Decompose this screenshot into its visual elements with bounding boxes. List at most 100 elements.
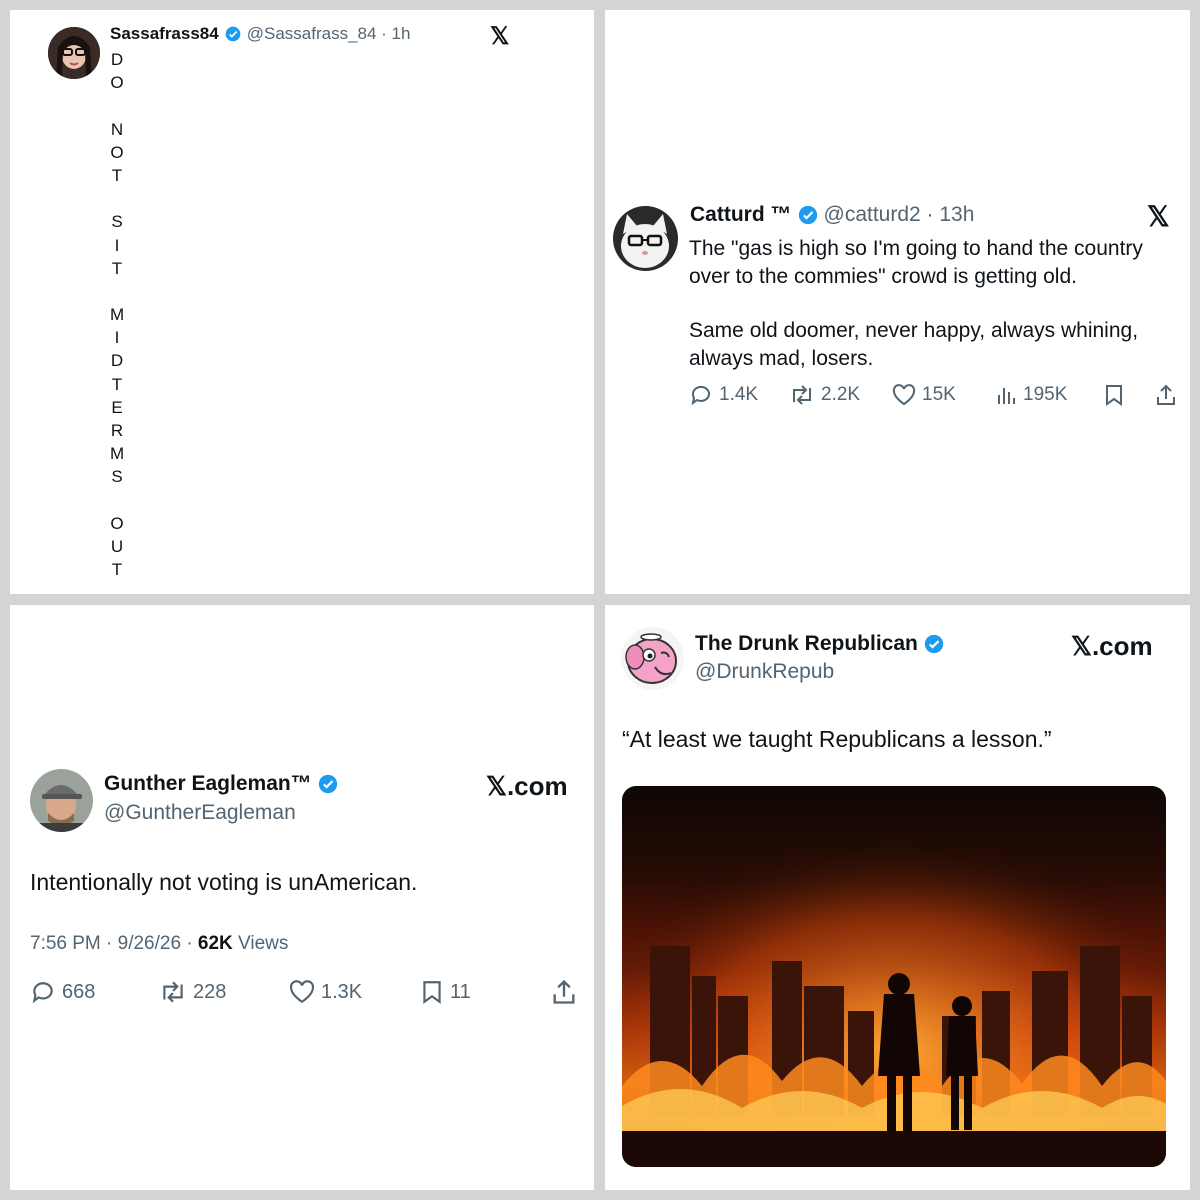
tweet-text-line: Same old doomer, never happy, always whi… bbox=[689, 319, 1139, 342]
like-button[interactable]: 1.3K bbox=[289, 980, 420, 1004]
burning-city-illustration bbox=[622, 786, 1166, 1167]
share-button[interactable] bbox=[551, 978, 577, 1006]
bookmark-icon bbox=[423, 981, 441, 1004]
display-name[interactable]: The Drunk Republican bbox=[695, 632, 918, 656]
handle[interactable]: @DrunkRepub bbox=[695, 660, 834, 684]
bookmark-icon bbox=[1106, 385, 1122, 406]
vertical-tweet-text: D O N O T S I T M I D T E R M S O U T bbox=[110, 48, 124, 581]
tweet-text-line: over to the commies" crowd is getting ol… bbox=[689, 265, 1077, 288]
tweet-text: The "gas is high so I'm going to hand th… bbox=[689, 235, 1143, 373]
burning-city-image[interactable] bbox=[622, 786, 1166, 1167]
avatar-man-cap-icon bbox=[30, 769, 93, 832]
letter: S bbox=[111, 467, 123, 487]
tweet-panel-catturd: Catturd ™ @catturd2 · 13h 𝕏 The "gas is … bbox=[605, 10, 1190, 594]
letter: O bbox=[110, 73, 124, 93]
display-name[interactable]: Sassafrass84 bbox=[110, 24, 219, 44]
letter: E bbox=[111, 397, 123, 417]
timestamp[interactable]: 7:56 PM · 9/26/26 · bbox=[30, 933, 198, 954]
letter bbox=[110, 280, 124, 303]
views-count: 62K bbox=[197, 933, 233, 954]
avatar[interactable] bbox=[621, 627, 684, 690]
tweet-panel-gunther: Gunther Eagleman™ @GuntherEagleman 𝕏.com… bbox=[10, 605, 594, 1190]
tweet-text: Intentionally not voting is unAmerican. bbox=[30, 869, 418, 895]
letter: M bbox=[110, 305, 125, 325]
reply-count: 1.4K bbox=[719, 384, 759, 405]
reply-icon bbox=[32, 982, 53, 1004]
letter: I bbox=[114, 328, 120, 348]
x-logo-icon: 𝕏 bbox=[1147, 201, 1170, 232]
x-logo-icon: 𝕏.com bbox=[1071, 631, 1153, 661]
share-icon bbox=[553, 979, 575, 1004]
letter: U bbox=[110, 536, 124, 556]
repost-button[interactable]: 228 bbox=[159, 980, 289, 1004]
bookmark-button[interactable]: 11 bbox=[420, 979, 551, 1005]
letter: T bbox=[111, 374, 123, 394]
like-count: 1.3K bbox=[321, 980, 363, 1003]
share-button[interactable] bbox=[1155, 383, 1177, 407]
reply-count: 668 bbox=[62, 980, 96, 1003]
views-chart-icon bbox=[998, 388, 1015, 404]
heart-icon bbox=[289, 980, 315, 1004]
letter bbox=[110, 187, 124, 210]
heart-icon bbox=[892, 384, 916, 406]
action-bar: 668 228 1.3K 11 bbox=[30, 978, 577, 1006]
like-button[interactable]: 15K bbox=[892, 384, 995, 406]
verified-badge-icon bbox=[225, 26, 241, 42]
author-line: Catturd ™ @catturd2 · 13h bbox=[690, 203, 974, 227]
action-bar: 1.4K 2.2K 15K 195K bbox=[689, 383, 1177, 407]
repost-count: 228 bbox=[193, 980, 227, 1003]
tweet-panel-sassafrass: Sassafrass84 @Sassafrass_84 · 1h 𝕏 D O N… bbox=[10, 10, 594, 594]
reply-button[interactable]: 1.4K bbox=[689, 383, 789, 407]
letter: O bbox=[110, 142, 124, 162]
author-line: Sassafrass84 @Sassafrass_84 · 1h bbox=[110, 24, 410, 44]
letter: D bbox=[110, 50, 124, 69]
avatar[interactable] bbox=[30, 769, 93, 832]
repost-button[interactable]: 2.2K bbox=[789, 384, 892, 406]
avatar-woman-glasses-icon bbox=[48, 27, 100, 79]
letter: R bbox=[110, 421, 124, 440]
repost-count: 2.2K bbox=[821, 384, 861, 405]
author-line: Gunther Eagleman™ bbox=[104, 772, 338, 796]
repost-icon bbox=[793, 385, 811, 405]
author-line: The Drunk Republican bbox=[695, 632, 944, 656]
share-icon bbox=[1157, 384, 1175, 405]
tweet-text-line: The "gas is high so I'm going to hand th… bbox=[689, 237, 1143, 260]
tweet-panel-drunkrepub: The Drunk Republican @DrunkRepub 𝕏.com “… bbox=[605, 605, 1190, 1190]
views-label: Views bbox=[232, 933, 289, 954]
bookmark-button[interactable] bbox=[1103, 383, 1155, 407]
verified-badge-icon bbox=[924, 634, 944, 654]
display-name[interactable]: Catturd ™ bbox=[690, 203, 792, 227]
x-logo-icon: 𝕏 bbox=[490, 23, 510, 50]
avatar-cat-glasses-icon bbox=[613, 206, 678, 271]
letter: T bbox=[111, 258, 123, 278]
tweet-text: “At least we taught Republicans a lesson… bbox=[622, 726, 1052, 752]
avatar[interactable] bbox=[48, 27, 100, 79]
display-name[interactable]: Gunther Eagleman™ bbox=[104, 772, 312, 796]
letter: T bbox=[111, 560, 123, 580]
handle-and-time[interactable]: @catturd2 · 13h bbox=[824, 203, 975, 227]
letter: M bbox=[110, 444, 125, 464]
letter: D bbox=[110, 351, 124, 371]
tweet-meta: 7:56 PM · 9/26/26 · 62K Views bbox=[30, 933, 288, 955]
letter: O bbox=[110, 513, 124, 533]
letter: I bbox=[114, 235, 120, 255]
repost-icon bbox=[163, 981, 183, 1003]
reply-button[interactable]: 668 bbox=[30, 979, 159, 1005]
views-button[interactable]: 195K bbox=[995, 384, 1103, 406]
letter bbox=[110, 489, 124, 512]
bookmark-count: 11 bbox=[450, 980, 471, 1003]
letter bbox=[110, 94, 124, 117]
like-count: 15K bbox=[922, 384, 956, 405]
handle-and-time[interactable]: @Sassafrass_84 · 1h bbox=[247, 24, 411, 44]
x-logo-icon: 𝕏.com bbox=[486, 771, 568, 801]
reply-icon bbox=[691, 385, 710, 406]
tweet-text-line: always mad, losers. bbox=[689, 347, 874, 370]
letter: N bbox=[110, 119, 124, 139]
avatar[interactable] bbox=[613, 206, 678, 271]
letter: S bbox=[111, 212, 123, 232]
handle[interactable]: @GuntherEagleman bbox=[104, 801, 296, 825]
letter: T bbox=[111, 165, 123, 185]
avatar-pink-elephant-icon bbox=[621, 627, 684, 690]
views-count: 195K bbox=[1023, 384, 1068, 405]
verified-badge-icon bbox=[798, 205, 817, 225]
